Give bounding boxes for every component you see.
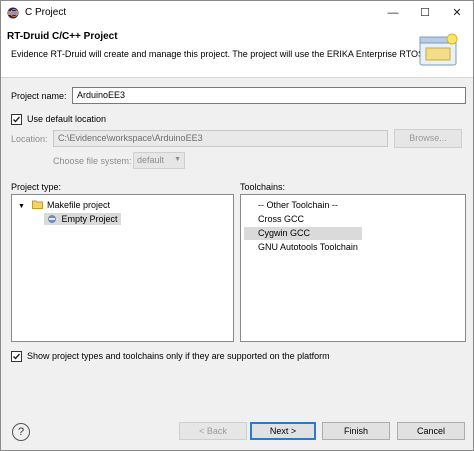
next-button[interactable]: Next > [250,422,316,440]
use-default-location-label: Use default location [27,114,107,124]
use-default-location-checkbox[interactable] [11,114,22,125]
location-label: Location: [11,134,48,144]
tree-item-empty-project[interactable]: Empty Project [48,214,118,224]
help-icon[interactable]: ? [12,423,30,441]
file-system-select[interactable]: default ▼ [133,152,185,169]
finish-button[interactable]: Finish [322,422,390,440]
file-system-value: default [137,155,165,165]
list-item[interactable]: Cross GCC [258,214,304,224]
list-item[interactable]: Cygwin GCC [258,228,310,238]
filter-supported-label: Show project types and toolchains only i… [27,351,330,361]
chevron-down-icon: ▼ [174,156,181,163]
list-item[interactable]: -- Other Toolchain -- [258,200,338,210]
checkmark-icon [13,116,21,123]
new-project-wizard-icon [419,33,458,66]
list-item[interactable]: GNU Autotools Toolchain [258,242,358,252]
wizard-title: RT-Druid C/C++ Project [7,31,118,42]
title-bar: C Project — ☐ ✕ [1,1,473,25]
project-icon [48,215,56,223]
toolchains-list[interactable]: -- Other Toolchain -- Cross GCC Cygwin G… [240,194,466,342]
back-button[interactable]: < Back [179,422,247,440]
tree-item-label: Makefile project [47,200,111,210]
project-name-input[interactable]: ArduinoEE3 [72,87,466,104]
file-system-label: Choose file system: [53,156,132,166]
filter-supported-checkbox[interactable] [11,351,22,362]
window-title: C Project [25,7,67,18]
wizard-description: Evidence RT-Druid will create and manage… [11,49,427,59]
browse-button[interactable]: Browse... [394,129,462,148]
expand-arrow-icon[interactable]: ▼ [18,203,26,210]
wizard-header: RT-Druid C/C++ Project Evidence RT-Druid… [1,25,473,78]
project-type-label: Project type: [11,182,62,192]
eclipse-icon [7,7,19,19]
tree-item-label: Empty Project [61,214,118,224]
checkmark-icon [13,353,21,360]
minimize-button[interactable]: — [377,1,409,25]
cancel-button[interactable]: Cancel [397,422,465,440]
close-button[interactable]: ✕ [441,1,473,25]
location-input[interactable]: C:\Evidence\workspace\ArduinoEE3 [53,130,388,147]
project-name-label: Project name: [11,91,67,101]
tree-item-makefile-project[interactable]: ▼ Makefile project [18,200,110,210]
project-type-tree[interactable]: ▼ Makefile project Empty Project [11,194,234,342]
folder-icon [31,200,43,209]
toolchains-label: Toolchains: [240,182,286,192]
dialog-window: C Project — ☐ ✕ RT-Druid C/C++ Project E… [0,0,474,451]
maximize-button[interactable]: ☐ [409,1,441,25]
